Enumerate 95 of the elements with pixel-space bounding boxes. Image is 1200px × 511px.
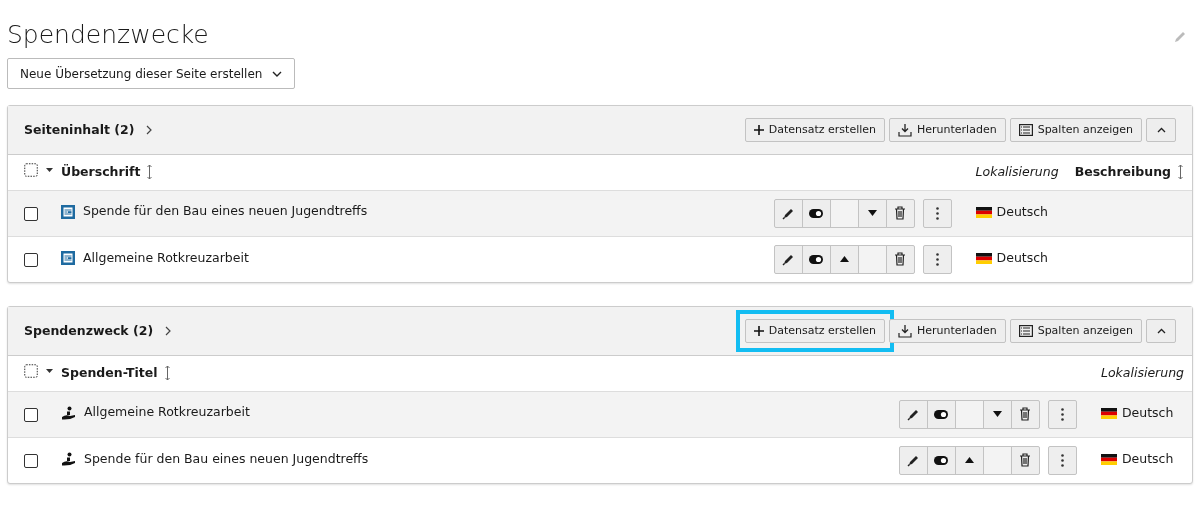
sort-icon xyxy=(146,164,154,181)
download-button[interactable]: Herunterladen xyxy=(889,118,1006,142)
pencil-icon xyxy=(781,206,795,220)
move-up-button[interactable] xyxy=(954,445,984,475)
flag-icon xyxy=(975,206,992,218)
edit-button[interactable] xyxy=(898,445,928,475)
pencil-icon xyxy=(906,407,920,421)
columns-icon xyxy=(1018,325,1033,337)
toggle-icon xyxy=(809,208,824,218)
column-header[interactable]: Überschrift xyxy=(61,162,154,182)
more-icon xyxy=(1060,453,1064,467)
record-title[interactable]: Spende für den Bau eines neuen Jugendtreffs xyxy=(83,202,368,222)
delete-button[interactable] xyxy=(885,198,915,228)
triangle-down-icon xyxy=(867,210,877,216)
sort-icon xyxy=(1177,164,1184,181)
trash-icon xyxy=(894,252,907,267)
hide-toggle-button[interactable] xyxy=(801,198,831,228)
pencil-icon xyxy=(781,252,795,266)
create-record-button[interactable]: Datensatz erstellen xyxy=(744,118,885,142)
triangle-up-icon xyxy=(964,457,974,464)
edit-button[interactable] xyxy=(898,399,928,429)
plus-icon xyxy=(753,326,764,336)
panel-title: Seiteninhalt (2) xyxy=(24,120,135,139)
row-checkbox[interactable] xyxy=(24,206,38,221)
column-header: Lokalisierung xyxy=(1100,364,1184,380)
more-icon xyxy=(1060,407,1064,421)
caret-down-icon[interactable] xyxy=(46,368,53,373)
more-icon xyxy=(935,206,939,220)
download-icon xyxy=(898,123,912,137)
toggle-icon xyxy=(934,455,949,465)
plus-icon xyxy=(753,125,764,135)
download-icon xyxy=(898,324,912,338)
table-row[interactable]: Spende für den Bau eines neuen Jugendtreffs Deutsch xyxy=(8,190,1192,236)
language-label: Deutsch xyxy=(1121,450,1174,469)
row-checkbox[interactable] xyxy=(24,453,38,468)
language-label: Deutsch xyxy=(1121,404,1174,423)
chevron-right-icon[interactable] xyxy=(165,326,172,336)
move-up-button[interactable] xyxy=(829,244,859,274)
show-columns-button[interactable]: Spalten anzeigen xyxy=(1009,118,1142,142)
select-all-checkbox-icon[interactable] xyxy=(24,363,38,378)
content-element-icon xyxy=(61,250,75,265)
chevron-up-icon xyxy=(1156,127,1166,133)
donation-hand-icon xyxy=(61,451,76,466)
create-record-button[interactable]: Datensatz erstellen xyxy=(744,319,885,343)
hide-toggle-button[interactable] xyxy=(926,445,956,475)
delete-button[interactable] xyxy=(885,244,915,274)
move-down-button[interactable] xyxy=(982,399,1012,429)
move-down-button[interactable] xyxy=(857,198,887,228)
hide-toggle-button[interactable] xyxy=(926,399,956,429)
page-title: Spendenzwecke xyxy=(7,20,209,50)
donation-hand-icon xyxy=(61,405,76,420)
triangle-down-icon xyxy=(992,411,1002,417)
row-checkbox[interactable] xyxy=(24,407,38,422)
collapse-button[interactable] xyxy=(1146,118,1176,142)
translation-dropdown[interactable]: Neue Übersetzung dieser Seite erstellen xyxy=(7,58,296,89)
collapse-button[interactable] xyxy=(1146,319,1176,343)
delete-button[interactable] xyxy=(1010,399,1040,429)
trash-icon xyxy=(894,206,907,220)
more-icon xyxy=(935,252,939,266)
column-header[interactable]: Spenden-Titel xyxy=(61,363,171,383)
row-checkbox[interactable] xyxy=(24,252,38,267)
select-all-checkbox-icon[interactable] xyxy=(24,162,38,177)
language-label: Deutsch xyxy=(996,249,1048,268)
record-title[interactable]: Allgemeine Rotkreuzarbeit xyxy=(84,403,250,423)
flag-icon xyxy=(1100,407,1117,419)
record-title[interactable]: Allgemeine Rotkreuzarbeit xyxy=(83,248,249,268)
record-title[interactable]: Spende für den Bau eines neuen Jugendtreffs xyxy=(84,449,369,469)
chevron-right-icon[interactable] xyxy=(146,125,153,135)
download-button[interactable]: Herunterladen xyxy=(889,319,1006,343)
toggle-icon xyxy=(934,409,949,419)
content-element-icon xyxy=(61,204,75,219)
trash-icon xyxy=(1019,407,1032,421)
column-header[interactable]: Beschreibung xyxy=(1074,162,1184,182)
column-header: Lokalisierung xyxy=(975,163,1059,179)
triangle-up-icon xyxy=(839,256,849,263)
delete-button[interactable] xyxy=(1010,445,1040,475)
table-row[interactable]: Allgemeine Rotkreuzarbeit Deutsch xyxy=(8,236,1192,282)
columns-icon xyxy=(1018,124,1033,136)
pencil-icon xyxy=(906,453,920,467)
panel-title: Spendenzweck (2) xyxy=(24,321,154,340)
sort-icon xyxy=(163,365,171,382)
flag-icon xyxy=(975,253,992,265)
chevron-down-icon xyxy=(272,70,283,77)
edit-button[interactable] xyxy=(773,198,803,228)
trash-icon xyxy=(1019,453,1032,468)
edit-button[interactable] xyxy=(773,244,803,274)
caret-down-icon[interactable] xyxy=(46,167,53,172)
flag-icon xyxy=(1100,454,1117,466)
show-columns-button[interactable]: Spalten anzeigen xyxy=(1009,319,1142,343)
table-row[interactable]: Allgemeine Rotkreuzarbeit Deutsch xyxy=(8,391,1192,437)
toggle-icon xyxy=(809,254,824,264)
table-row[interactable]: Spende für den Bau eines neuen Jugendtreffs Deutsch xyxy=(8,437,1192,483)
hide-toggle-button[interactable] xyxy=(801,244,831,274)
chevron-up-icon xyxy=(1156,328,1166,334)
language-label: Deutsch xyxy=(996,203,1048,222)
